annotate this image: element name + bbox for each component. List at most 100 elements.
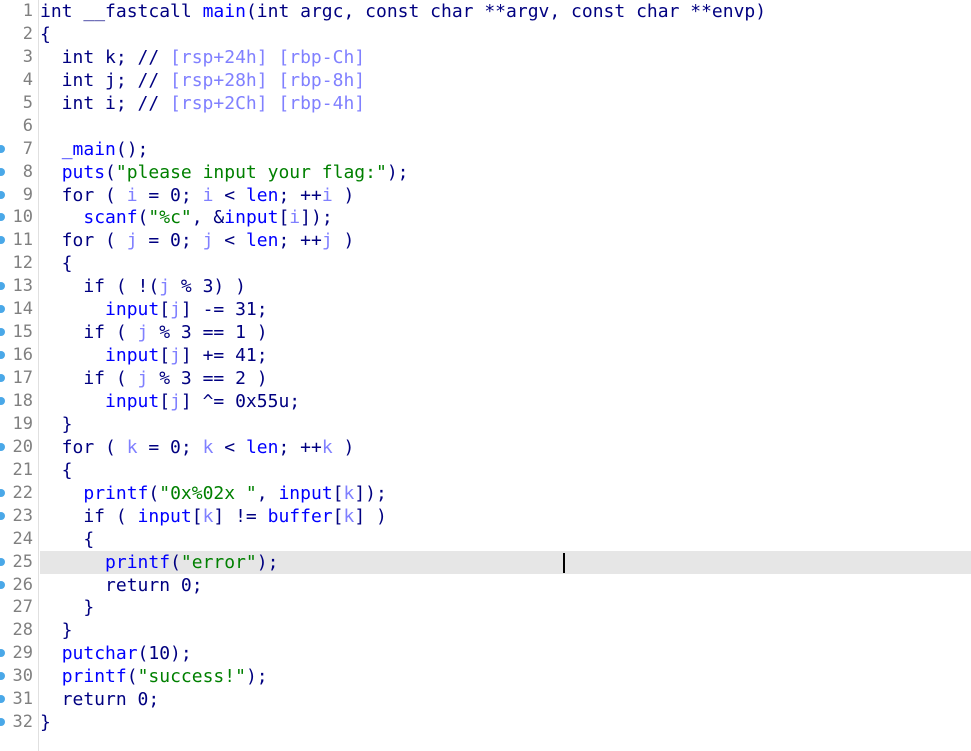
code-line[interactable]: 32} (0, 711, 971, 734)
code-line[interactable]: 31 return 0; (0, 688, 971, 711)
code-line[interactable]: 17 if ( j % 3 == 2 ) (0, 367, 971, 390)
code-text[interactable]: } (40, 711, 971, 734)
code-text[interactable]: } (40, 619, 971, 642)
keyword-token (40, 391, 105, 412)
code-text[interactable]: int i; // [rsp+2Ch] [rbp-4h] (40, 92, 971, 115)
code-text[interactable]: return 0; (40, 688, 971, 711)
keyword-token (40, 483, 83, 504)
line-number: 26 (12, 574, 33, 595)
code-line[interactable]: 21 { (0, 459, 971, 482)
code-text[interactable]: if ( input[k] != buffer[k] ) (40, 505, 971, 528)
code-line[interactable]: 3 int k; // [rsp+24h] [rbp-Ch] (0, 46, 971, 69)
code-text[interactable]: if ( j % 3 == 2 ) (40, 367, 971, 390)
code-text[interactable]: if ( !(j % 3) ) (40, 275, 971, 298)
keyword-token: for ( (40, 436, 127, 458)
code-line[interactable]: 23 if ( input[k] != buffer[k] ) (0, 505, 971, 528)
code-line[interactable]: 27 } (0, 596, 971, 619)
code-text[interactable]: scanf("%c", &input[i]); (40, 206, 971, 229)
code-text[interactable]: input[j] ^= 0x55u; (40, 390, 971, 413)
text-cursor (563, 552, 565, 573)
line-number: 24 (12, 528, 33, 549)
keyword-token: ) (332, 184, 355, 206)
code-line[interactable]: 22 printf("0x%02x ", input[k]); (0, 482, 971, 505)
code-line[interactable]: 11 for ( j = 0; j < len; ++j ) (0, 229, 971, 252)
code-line[interactable]: 26 return 0; (0, 574, 971, 597)
identifier-token: input (278, 482, 333, 504)
identifier-token: printf (61, 666, 127, 688)
code-text[interactable]: } (40, 596, 971, 619)
code-line[interactable]: 18 input[j] ^= 0x55u; (0, 390, 971, 413)
code-text[interactable]: printf("error"); (40, 550, 971, 574)
code-text[interactable]: printf("0x%02x ", input[k]); (40, 482, 971, 505)
code-text[interactable]: input[j] += 41; (40, 344, 971, 367)
code-line[interactable]: 29 putchar(10); (0, 642, 971, 665)
keyword-token: ] ) (354, 505, 387, 527)
code-line[interactable]: 1 int __fastcall main(int argc, const cha… (0, 0, 971, 23)
keyword-token: , (256, 482, 279, 504)
code-text[interactable]: for ( k = 0; k < len; ++k ) (40, 436, 971, 459)
keyword-token: , & (191, 207, 225, 229)
line-number: 9 (22, 184, 33, 205)
code-line[interactable]: 12 { (0, 252, 971, 275)
line-number: 30 (12, 666, 33, 687)
identifier-token: putchar (61, 643, 138, 665)
code-text[interactable]: printf("success!"); (40, 665, 971, 688)
keyword-token: ] -= 31; (180, 299, 268, 321)
code-line[interactable]: 7 _main(); (0, 138, 971, 161)
code-text[interactable]: for ( i = 0; i < len; ++i ) (40, 184, 971, 207)
keyword-token (40, 139, 62, 160)
code-line[interactable]: 4 int j; // [rsp+28h] [rbp-8h] (0, 69, 971, 92)
identifier-token: input (105, 345, 160, 367)
code-text[interactable]: { (40, 23, 971, 46)
code-line[interactable]: 24 { (0, 528, 971, 551)
code-line[interactable]: 20 for ( k = 0; k < len; ++k ) (0, 436, 971, 459)
code-line[interactable]: 28 } (0, 619, 971, 642)
keyword-token: [ (159, 345, 171, 367)
code-text[interactable]: { (40, 252, 971, 275)
code-text[interactable]: int k; // [rsp+24h] [rbp-Ch] (40, 46, 971, 69)
keyword-token: if ( (40, 368, 138, 390)
code-text[interactable]: _main(); (40, 138, 971, 161)
code-text[interactable]: { (40, 528, 971, 551)
variable-token: k (321, 436, 333, 458)
code-line[interactable]: 19 } (0, 413, 971, 436)
keyword-token: [ (159, 390, 171, 412)
code-line[interactable]: 15 if ( j % 3 == 1 ) (0, 321, 971, 344)
variable-token: j (137, 368, 149, 390)
code-text[interactable]: puts("please input your flag:"); (40, 161, 971, 184)
code-line[interactable]: 9 for ( i = 0; i < len; ++i ) (0, 184, 971, 207)
keyword-token: < (213, 184, 246, 206)
code-line[interactable]: 14 input[j] -= 31; (0, 298, 971, 321)
code-text[interactable]: { (40, 459, 971, 482)
keyword-token: { (40, 253, 73, 275)
code-line[interactable]: 16 input[j] += 41; (0, 344, 971, 367)
identifier-token: printf (105, 551, 171, 573)
code-text[interactable]: return 0; (40, 574, 971, 597)
code-text[interactable] (40, 115, 971, 138)
code-line[interactable]: 5 int i; // [rsp+2Ch] [rbp-4h] (0, 92, 971, 115)
code-text[interactable]: putchar(10); (40, 642, 971, 665)
code-text[interactable]: int __fastcall main(int argc, const char… (40, 0, 971, 23)
pseudocode-view[interactable]: 1 int __fastcall main(int argc, const cha… (0, 0, 971, 751)
code-text[interactable]: if ( j % 3 == 1 ) (40, 321, 971, 344)
code-text[interactable]: } (40, 413, 971, 436)
code-line[interactable]: 6 (0, 115, 971, 138)
code-line[interactable]: 2{ (0, 23, 971, 46)
code-text[interactable]: input[j] -= 31; (40, 298, 971, 321)
code-text[interactable]: int j; // [rsp+28h] [rbp-8h] (40, 69, 971, 92)
code-line[interactable]: 30 printf("success!"); (0, 665, 971, 688)
variable-token: j (170, 345, 181, 367)
comment-token: [rsp+24h] [rbp-Ch] (170, 46, 366, 68)
code-line[interactable]: 8 puts("please input your flag:"); (0, 161, 971, 184)
line-number: 31 (12, 689, 33, 710)
identifier-token: scanf (83, 207, 138, 229)
variable-token: k (202, 505, 214, 527)
keyword-token: return 0; (40, 574, 203, 596)
code-line[interactable]: 13 if ( !(j % 3) ) (0, 275, 971, 298)
keyword-token: ); (256, 551, 279, 573)
code-text[interactable]: for ( j = 0; j < len; ++j ) (40, 229, 971, 252)
code-line[interactable]: 10 scanf("%c", &input[i]); (0, 206, 971, 229)
keyword-token: ( (137, 207, 149, 229)
code-line[interactable]: 25 printf("error"); (0, 550, 971, 574)
line-number: 14 (12, 299, 33, 320)
